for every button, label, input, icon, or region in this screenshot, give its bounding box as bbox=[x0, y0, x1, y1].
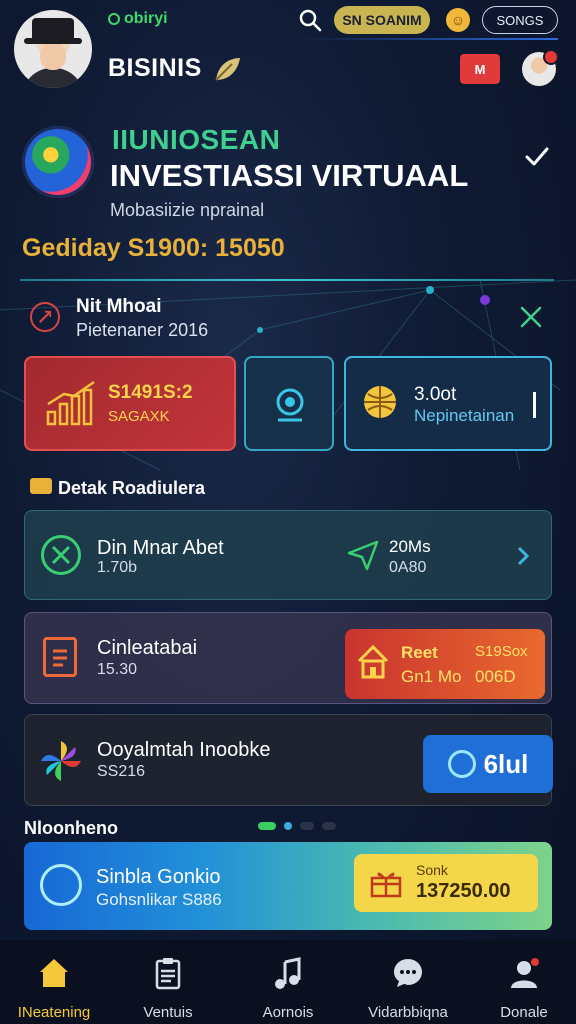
list-item[interactable]: Din Mnar Abet 1.70b 20Ms 0A80 bbox=[24, 510, 552, 600]
nav-item-ventuis[interactable]: Ventuis bbox=[118, 948, 218, 1022]
list-item-value: 20Ms bbox=[389, 537, 431, 556]
nav-label: Aornois bbox=[262, 1004, 314, 1021]
bar-chart-icon bbox=[46, 380, 95, 426]
reward-badge[interactable]: Reet Gn1 Mo S19Sox 006D bbox=[345, 629, 545, 699]
profile-avatar[interactable] bbox=[14, 10, 92, 88]
rocket-icon bbox=[30, 302, 60, 332]
growth-card[interactable]: S1491S:2 SAGAXK bbox=[24, 356, 236, 451]
ticket-icon bbox=[30, 478, 52, 494]
list-item[interactable]: Ooyalmtah Inoobke SS216 6lul bbox=[24, 714, 553, 806]
circle-x-icon bbox=[41, 535, 81, 575]
brand-dot-icon bbox=[108, 13, 120, 25]
send-icon bbox=[347, 540, 379, 571]
globe-card-value: 3.0ot bbox=[414, 384, 457, 405]
hero-subtitle: IIUNIOSEAN bbox=[112, 124, 281, 155]
notification-badge[interactable]: M bbox=[460, 54, 500, 84]
nav-item-chat[interactable]: Vidarbbiqna bbox=[358, 948, 458, 1022]
hero-title: INVESTIASSI VIRTUAAL bbox=[110, 158, 469, 193]
globe-logo-icon bbox=[22, 126, 94, 198]
carousel-dot[interactable] bbox=[322, 822, 336, 830]
list-item-title: Cinleatabai bbox=[97, 637, 198, 659]
gold-globe-icon bbox=[364, 386, 396, 418]
list-item-title: Ooyalmtah Inoobke bbox=[97, 739, 271, 761]
carousel-dots[interactable] bbox=[258, 822, 336, 830]
featured-card-subtitle: Gohsnlikar S886 bbox=[96, 890, 222, 909]
nav-label: INeatening bbox=[17, 1004, 91, 1021]
reward-sublabel: Gn1 Mo bbox=[401, 667, 462, 686]
sound-pill-button[interactable]: SN SOANIM bbox=[334, 6, 430, 34]
chevron-right-icon[interactable] bbox=[515, 545, 531, 567]
nav-item-profile[interactable]: Donale bbox=[474, 948, 574, 1022]
emoji-icon[interactable]: ☺ bbox=[446, 8, 470, 32]
section-title: Detak Roadiulera bbox=[58, 478, 206, 498]
webcam-icon bbox=[276, 388, 304, 422]
globe-card-label: Nepinetainan bbox=[414, 406, 515, 425]
profile-icon bbox=[511, 958, 539, 988]
header-divider bbox=[300, 38, 558, 40]
list-item-subtitle: 15.30 bbox=[97, 661, 138, 678]
featured-reward-badge[interactable]: Sonk 137250.00 bbox=[354, 854, 538, 912]
carousel-dot[interactable] bbox=[300, 822, 314, 830]
chat-icon bbox=[394, 959, 422, 987]
list-item-subtitle: SS216 bbox=[97, 763, 146, 780]
leaf-icon bbox=[215, 58, 240, 81]
globe-card[interactable]: 3.0ot Nepinetainan bbox=[344, 356, 552, 451]
house-icon bbox=[357, 644, 389, 679]
action-button[interactable]: 6lul bbox=[423, 735, 553, 793]
chat-bubble-icon bbox=[447, 750, 476, 778]
chat-bubble-icon bbox=[40, 864, 82, 906]
pinwheel-icon bbox=[41, 741, 81, 781]
nav-label: Ventuis bbox=[143, 1004, 193, 1021]
bottom-nav: INeatening Ventuis Aornois Vidarbbiqna D… bbox=[0, 940, 576, 1024]
carousel-dot-active[interactable] bbox=[258, 822, 276, 830]
songs-pill-button[interactable]: SONGS bbox=[482, 6, 558, 34]
featured-card-title: Sinbla Gonkio bbox=[96, 866, 221, 888]
list-item[interactable]: Cinleatabai 15.30 Reet Gn1 Mo S19Sox 006… bbox=[24, 612, 552, 704]
list-item-title: Din Mnar Abet bbox=[97, 537, 224, 559]
featured-reward-label: Sonk bbox=[416, 862, 448, 878]
info-subtitle: Pietenaner 2016 bbox=[76, 320, 209, 340]
close-icon[interactable] bbox=[518, 304, 544, 330]
featured-title: Nloonheno bbox=[24, 818, 118, 838]
music-icon bbox=[275, 957, 301, 989]
growth-card-value: S1491S:2 bbox=[108, 382, 193, 403]
hero-divider bbox=[20, 279, 554, 281]
carousel-dot[interactable] bbox=[284, 822, 292, 830]
home-icon bbox=[40, 959, 68, 987]
gift-icon bbox=[370, 872, 402, 898]
info-title: Nit Mhoai bbox=[76, 296, 162, 317]
brand-name: BISINIS bbox=[108, 54, 202, 82]
reward-value: S19Sox bbox=[475, 643, 528, 660]
user-mini-avatar[interactable] bbox=[522, 49, 559, 86]
list-item-value-sub: 0A80 bbox=[389, 559, 427, 576]
document-icon bbox=[43, 637, 77, 677]
clipboard-icon bbox=[155, 958, 181, 990]
hero-description: Mobasiizie nprainal bbox=[110, 200, 265, 220]
text-cursor bbox=[533, 392, 536, 418]
hero-amount: Gediday S1900: 15050 bbox=[22, 234, 285, 262]
nav-item-home[interactable]: INeatening bbox=[4, 948, 104, 1022]
nav-label: Donale bbox=[500, 1004, 548, 1021]
check-icon[interactable] bbox=[524, 146, 550, 168]
reward-label: Reet bbox=[401, 643, 438, 662]
webcam-card[interactable] bbox=[244, 356, 334, 451]
notification-dot bbox=[543, 49, 559, 65]
list-item-subtitle: 1.70b bbox=[97, 559, 138, 576]
search-icon[interactable] bbox=[298, 8, 322, 32]
featured-card[interactable]: Sinbla Gonkio Gohsnlikar S886 Sonk 13725… bbox=[24, 842, 552, 930]
nav-item-aornois[interactable]: Aornois bbox=[238, 948, 338, 1022]
nav-label: Vidarbbiqna bbox=[368, 1004, 448, 1021]
growth-card-label: SAGAXK bbox=[108, 408, 170, 425]
reward-subvalue: 006D bbox=[475, 667, 516, 686]
featured-reward-value: 137250.00 bbox=[416, 880, 511, 902]
brand-tagline: obiryi bbox=[108, 10, 168, 28]
action-button-label: 6lul bbox=[483, 748, 529, 779]
